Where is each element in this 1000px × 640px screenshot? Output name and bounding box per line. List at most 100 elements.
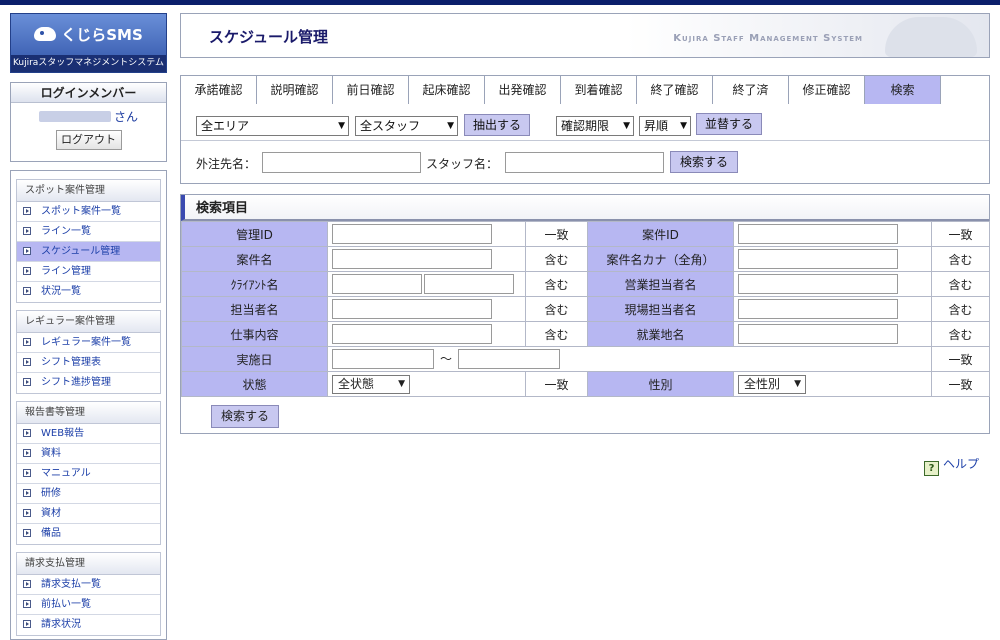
search-button[interactable]: 検索する	[670, 151, 738, 173]
sidebar-item-line-list[interactable]: ライン一覧	[17, 222, 160, 242]
login-member-title: ログインメンバー	[11, 83, 166, 103]
login-member-box: ログインメンバー さん ログアウト	[10, 82, 167, 162]
sidebar-item-shift-progress[interactable]: シフト進捗管理	[17, 373, 160, 393]
sidebar-item-schedule[interactable]: スケジュール管理	[17, 242, 160, 262]
tab-search[interactable]: 検索	[865, 76, 941, 104]
sidebar-item-billing-list[interactable]: 請求支払一覧	[17, 575, 160, 595]
project-name-kana-input[interactable]	[738, 249, 898, 269]
tab-previous-day-check[interactable]: 前日確認	[333, 76, 409, 104]
person-in-charge-input[interactable]	[332, 299, 492, 319]
logout-button[interactable]: ログアウト	[55, 130, 122, 150]
field-label: 現場担当者名	[587, 296, 734, 322]
sidebar-item-spot-list[interactable]: スポット案件一覧	[17, 202, 160, 222]
extract-button[interactable]: 抽出する	[464, 114, 530, 136]
sidebar-item-billing-status[interactable]: 請求状況	[17, 615, 160, 635]
project-id-input[interactable]	[738, 224, 898, 244]
tab-finish-check[interactable]: 終了確認	[637, 76, 713, 104]
staff-name-input[interactable]	[505, 152, 664, 173]
table-row: 状態 全状態 ▼ 一致 性別 全性別 ▼ 一致	[181, 371, 990, 397]
menu-group-reports: 報告書等管理 WEB報告 資料 マニュアル 研修 資材 備品	[16, 401, 161, 545]
client-name-input-1[interactable]	[332, 274, 422, 294]
area-select[interactable]: 全エリア ▼	[196, 116, 349, 136]
match-type: 含む	[931, 321, 990, 347]
help-icon: ?	[924, 461, 939, 476]
status-select[interactable]: 全状態 ▼	[332, 374, 410, 394]
arrow-bullet-icon	[23, 620, 31, 628]
field-label: 性別	[587, 371, 734, 397]
search-items-table: 管理ID 一致 案件ID 一致 案件名 含む 案件名カナ（全角） 含む ｸﾗｲｱ…	[181, 221, 990, 397]
match-type: 含む	[525, 246, 588, 272]
field-label: 担当者名	[181, 296, 328, 322]
tab-arrival-check[interactable]: 到着確認	[561, 76, 637, 104]
manage-id-input[interactable]	[332, 224, 492, 244]
sidebar-item-web-report[interactable]: WEB報告	[17, 424, 160, 444]
gender-select[interactable]: 全性別 ▼	[738, 374, 806, 394]
tab-explanation-check[interactable]: 説明確認	[257, 76, 333, 104]
field-label: 案件名カナ（全角）	[587, 246, 734, 272]
menu-group-title: 報告書等管理	[17, 402, 160, 424]
page-title: スケジュール管理	[209, 28, 328, 46]
menu-group-title: 請求支払管理	[17, 553, 160, 575]
arrow-bullet-icon	[23, 509, 31, 517]
sort-key-select[interactable]: 確認期限 ▼	[556, 116, 634, 136]
match-type: 一致	[931, 346, 990, 372]
tab-approval-check[interactable]: 承諾確認	[181, 76, 257, 104]
arrow-bullet-icon	[23, 489, 31, 497]
whale-decoration-icon	[885, 17, 977, 57]
tab-departure-check[interactable]: 出発確認	[485, 76, 561, 104]
sidebar-menu: スポット案件管理 スポット案件一覧 ライン一覧 スケジュール管理 ライン管理 状…	[10, 170, 167, 640]
sidebar-item-documents[interactable]: 資料	[17, 444, 160, 464]
staff-select[interactable]: 全スタッフ ▼	[355, 116, 458, 136]
date-from-input[interactable]	[332, 349, 434, 369]
sidebar: くじらSMS Kujiraスタッフマネジメントシステム ログインメンバー さん …	[10, 13, 167, 640]
whale-icon	[34, 27, 57, 41]
arrow-bullet-icon	[23, 207, 31, 215]
work-location-input[interactable]	[738, 324, 898, 344]
project-name-input[interactable]	[332, 249, 492, 269]
help-link[interactable]: ? ヘルプ	[924, 455, 979, 476]
table-row: ｸﾗｲｱﾝﾄ名 含む 営業担当者名 含む	[181, 271, 990, 297]
menu-group-billing: 請求支払管理 請求支払一覧 前払い一覧 請求状況	[16, 552, 161, 636]
client-name-input[interactable]	[262, 152, 421, 173]
arrow-bullet-icon	[23, 469, 31, 477]
field-label: 状態	[181, 371, 328, 397]
sidebar-item-status-list[interactable]: 状況一覧	[17, 282, 160, 302]
sort-order-select[interactable]: 昇順 ▼	[639, 116, 691, 136]
search-items-button[interactable]: 検索する	[211, 405, 279, 428]
sidebar-item-training[interactable]: 研修	[17, 484, 160, 504]
sidebar-item-regular-list[interactable]: レギュラー案件一覧	[17, 333, 160, 353]
site-person-input[interactable]	[738, 299, 898, 319]
client-name-input-2[interactable]	[424, 274, 514, 294]
menu-group-title: レギュラー案件管理	[17, 311, 160, 333]
match-type: 含む	[931, 296, 990, 322]
date-to-input[interactable]	[458, 349, 561, 369]
sidebar-item-materials[interactable]: 資材	[17, 504, 160, 524]
arrow-bullet-icon	[23, 529, 31, 537]
tab-bar: 承諾確認 説明確認 前日確認 起床確認 出発確認 到着確認 終了確認 終了済 修…	[180, 75, 990, 105]
tab-correction-check[interactable]: 修正確認	[789, 76, 865, 104]
dropdown-arrow-icon: ▼	[398, 378, 405, 389]
arrow-bullet-icon	[23, 338, 31, 346]
work-content-input[interactable]	[332, 324, 492, 344]
match-type: 含む	[525, 321, 588, 347]
menu-group-spot: スポット案件管理 スポット案件一覧 ライン一覧 スケジュール管理 ライン管理 状…	[16, 179, 161, 303]
dropdown-arrow-icon: ▼	[338, 121, 345, 131]
app-logo[interactable]: くじらSMS Kujiraスタッフマネジメントシステム	[10, 13, 167, 73]
sidebar-item-line-manage[interactable]: ライン管理	[17, 262, 160, 282]
tab-finished[interactable]: 終了済	[713, 76, 789, 104]
arrow-bullet-icon	[23, 267, 31, 275]
logo-text: くじらSMS	[61, 26, 143, 44]
sales-person-input[interactable]	[738, 274, 898, 294]
tab-wakeup-check[interactable]: 起床確認	[409, 76, 485, 104]
sidebar-item-manual[interactable]: マニュアル	[17, 464, 160, 484]
match-type: 含む	[525, 271, 588, 297]
arrow-bullet-icon	[23, 247, 31, 255]
sidebar-item-prepay-list[interactable]: 前払い一覧	[17, 595, 160, 615]
table-row: 案件名 含む 案件名カナ（全角） 含む	[181, 246, 990, 272]
sidebar-item-shift-table[interactable]: シフト管理表	[17, 353, 160, 373]
arrow-bullet-icon	[23, 227, 31, 235]
sort-button[interactable]: 並替する	[696, 113, 762, 135]
search-items-title: 検索項目	[181, 195, 989, 221]
field-label: 仕事内容	[181, 321, 328, 347]
sidebar-item-equipment[interactable]: 備品	[17, 524, 160, 544]
